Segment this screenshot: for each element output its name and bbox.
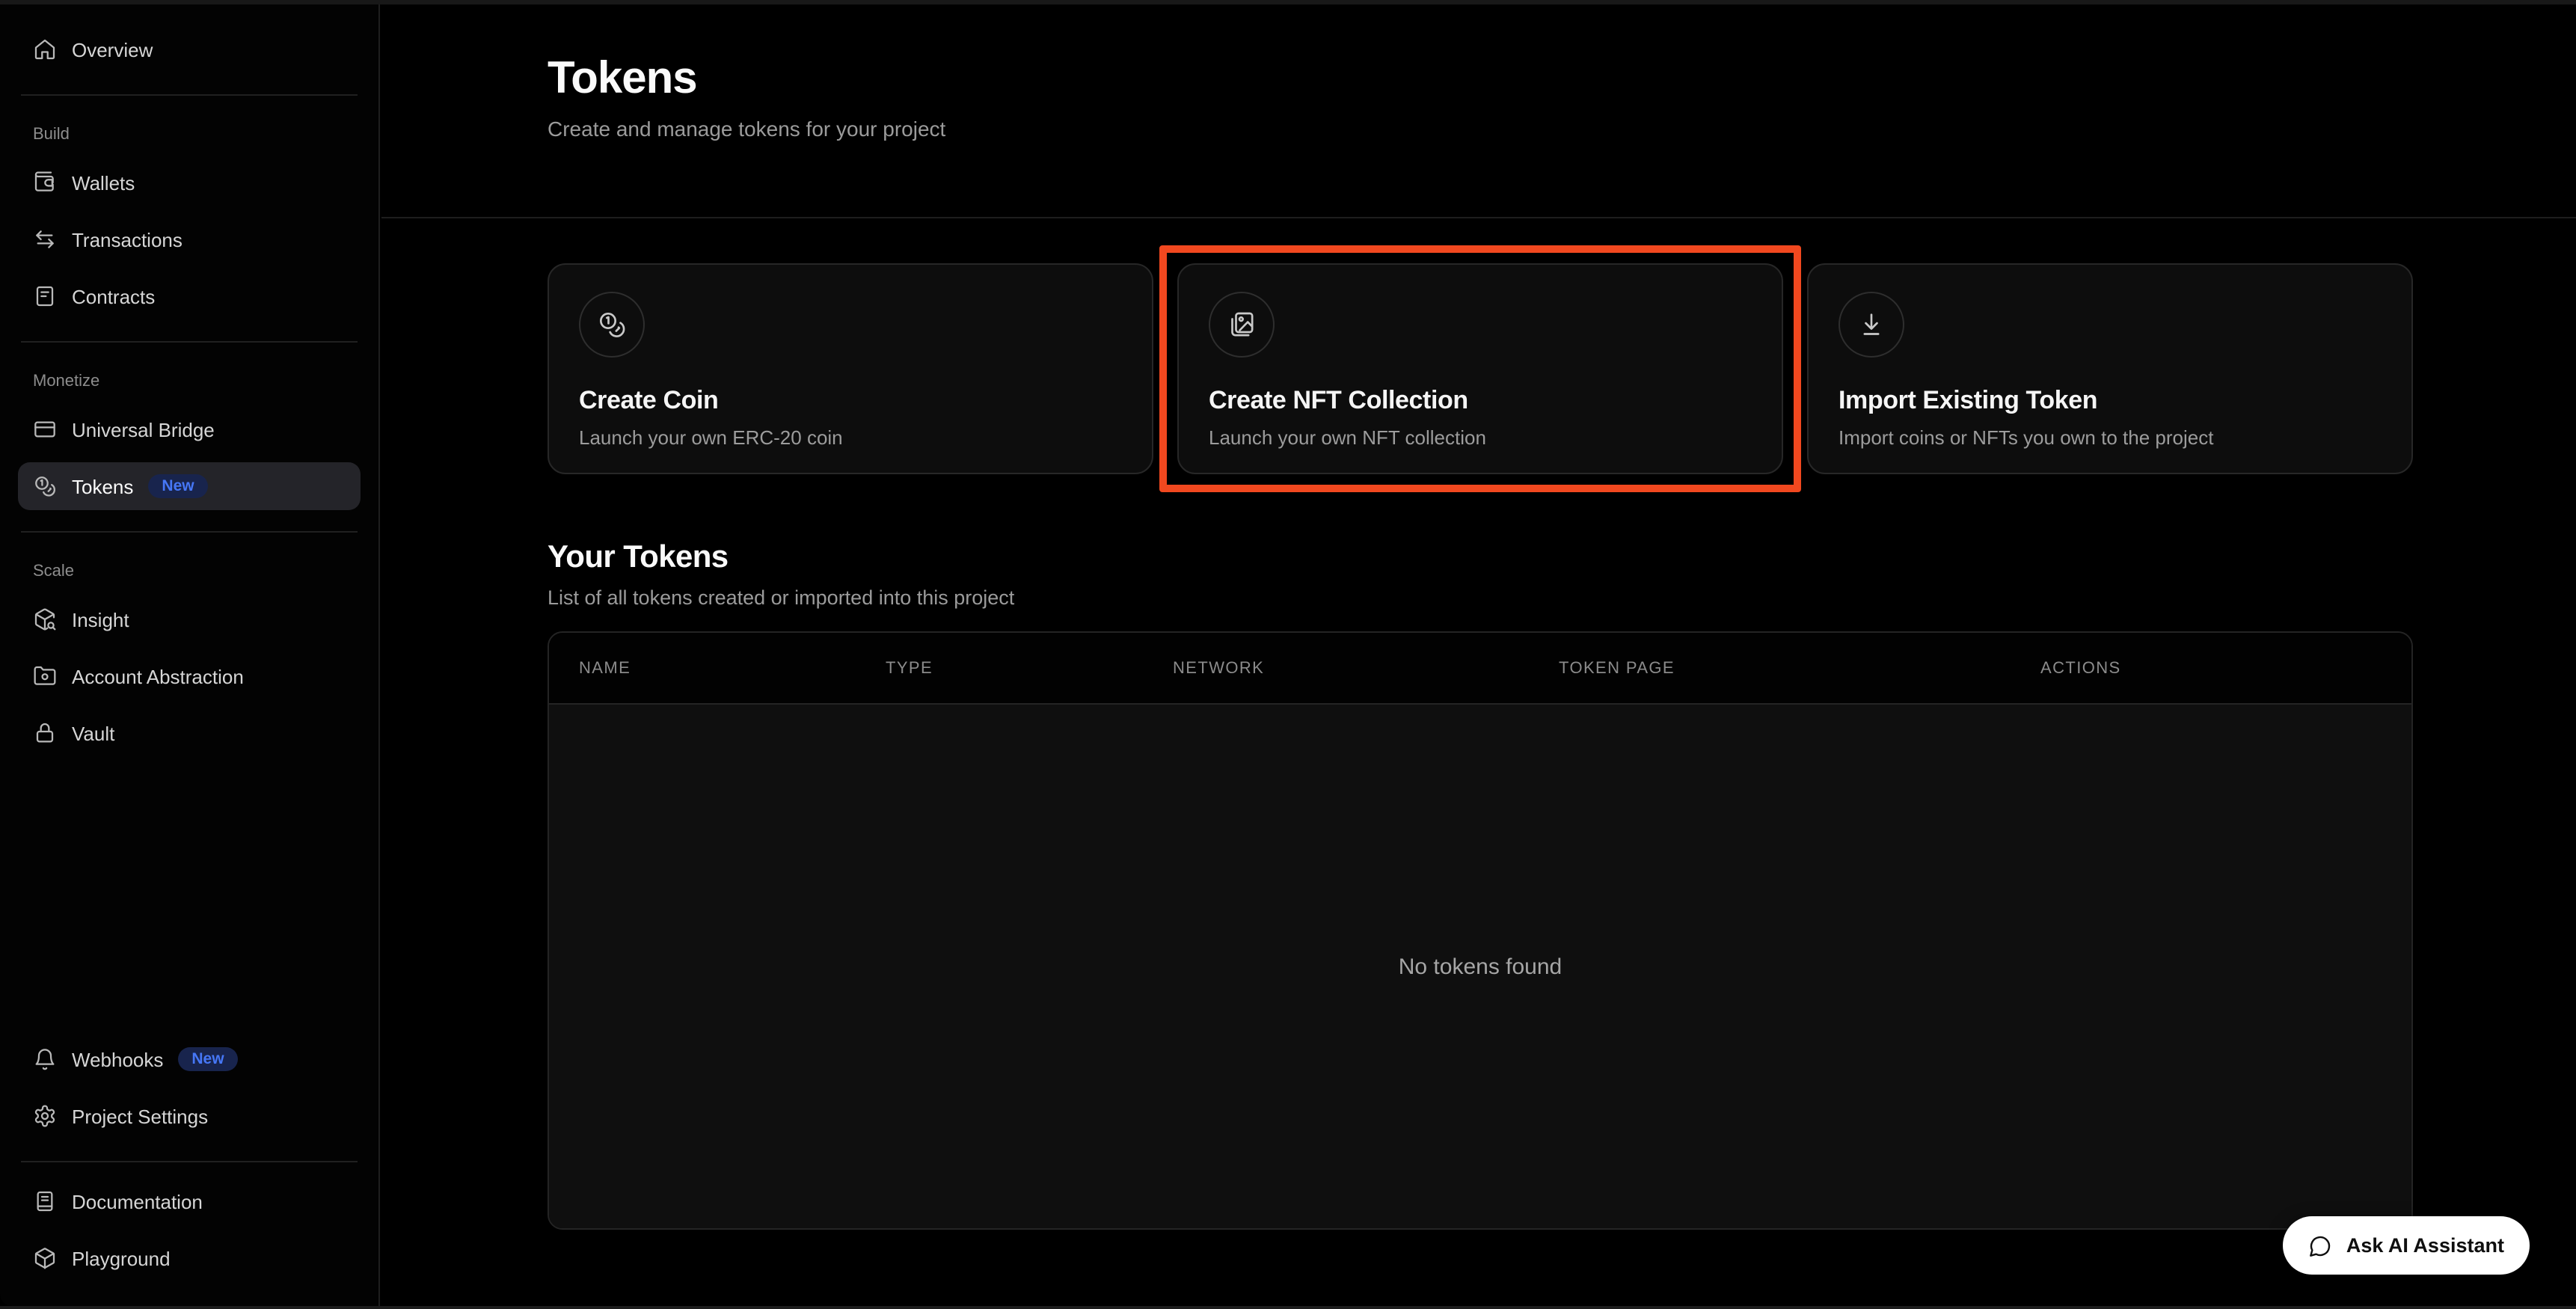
coins-icon [33, 474, 57, 498]
tokens-table-header: NAME TYPE NETWORK TOKEN PAGE ACTIONS [549, 633, 2411, 705]
create-nft-card-wrap: Create NFT Collection Launch your own NF… [1177, 263, 1783, 474]
folder-icon [33, 664, 57, 688]
ask-ai-assistant-label: Ask AI Assistant [2346, 1234, 2504, 1257]
page-subtitle: Create and manage tokens for your projec… [548, 116, 2413, 140]
sidebar-spacer [18, 766, 361, 1035]
sidebar-divider [21, 341, 358, 343]
page-header: Tokens Create and manage tokens for your… [381, 4, 2576, 218]
home-icon [33, 37, 57, 61]
sidebar-section-build: Build [33, 126, 346, 144]
column-header-network: NETWORK [1173, 659, 1559, 677]
sidebar-item-contracts[interactable]: Contracts [18, 272, 361, 320]
sidebar-divider [21, 531, 358, 533]
main-content: Tokens Create and manage tokens for your… [381, 4, 2576, 1306]
empty-state-message: No tokens found [1399, 954, 1563, 979]
sidebar-item-label: Universal Bridge [72, 418, 215, 441]
column-header-type: TYPE [886, 659, 1173, 677]
sidebar: Overview Build Wallets Transactions Cont… [0, 4, 380, 1306]
card-title: Import Existing Token [1839, 386, 2097, 416]
sidebar-section-monetize: Monetize [33, 373, 346, 390]
import-token-card-wrap: Import Existing Token Import coins or NF… [1807, 263, 2413, 474]
sidebar-item-label: Wallets [72, 171, 135, 194]
sidebar-item-label: Insight [72, 608, 129, 631]
page-content: Create Coin Launch your own ERC-20 coin … [381, 218, 2576, 1230]
arrows-left-right-icon [33, 227, 57, 251]
sidebar-item-label: Transactions [72, 228, 183, 251]
sidebar-item-label: Tokens [72, 475, 133, 497]
sidebar-item-universal-bridge[interactable]: Universal Bridge [18, 405, 361, 453]
sidebar-item-wallets[interactable]: Wallets [18, 159, 361, 206]
column-header-token-page: TOKEN PAGE [1559, 659, 2040, 677]
sidebar-item-label: Webhooks [72, 1048, 163, 1070]
coins-icon [579, 292, 645, 358]
sidebar-section-scale: Scale [33, 562, 346, 580]
create-coin-card[interactable]: Create Coin Launch your own ERC-20 coin [548, 263, 1153, 474]
sidebar-divider [21, 94, 358, 96]
sidebar-item-overview[interactable]: Overview [18, 25, 361, 73]
sidebar-item-tokens[interactable]: Tokens New [18, 462, 361, 510]
package-search-icon [33, 607, 57, 631]
create-coin-card-wrap: Create Coin Launch your own ERC-20 coin [548, 263, 1153, 474]
app-window: Overview Build Wallets Transactions Cont… [0, 0, 2576, 1309]
page-title: Tokens [548, 54, 2413, 105]
import-existing-token-card[interactable]: Import Existing Token Import coins or NF… [1807, 263, 2413, 474]
sidebar-item-transactions[interactable]: Transactions [18, 215, 361, 263]
sidebar-item-webhooks[interactable]: Webhooks New [18, 1035, 361, 1083]
new-badge: New [148, 474, 207, 499]
card-description: Launch your own NFT collection [1209, 426, 1486, 449]
nft-image-icon [1209, 292, 1275, 358]
sidebar-item-insight[interactable]: Insight [18, 595, 361, 643]
column-header-name: NAME [579, 659, 886, 677]
create-nft-collection-card[interactable]: Create NFT Collection Launch your own NF… [1177, 263, 1783, 474]
your-tokens-subtitle: List of all tokens created or imported i… [548, 586, 2413, 609]
sidebar-item-label: Project Settings [72, 1105, 208, 1127]
column-header-actions: ACTIONS [2040, 659, 2411, 677]
card-title: Create NFT Collection [1209, 386, 1468, 416]
tokens-table: NAME TYPE NETWORK TOKEN PAGE ACTIONS No … [548, 631, 2413, 1230]
token-action-cards: Create Coin Launch your own ERC-20 coin … [548, 263, 2413, 474]
bell-icon [33, 1047, 57, 1071]
sidebar-item-label: Overview [72, 38, 153, 61]
sidebar-item-label: Playground [72, 1247, 171, 1269]
sidebar-item-vault[interactable]: Vault [18, 709, 361, 757]
window-bottom-edge [0, 1306, 2576, 1309]
cube-icon [33, 1246, 57, 1270]
sidebar-item-playground[interactable]: Playground [18, 1234, 361, 1282]
sidebar-item-documentation[interactable]: Documentation [18, 1177, 361, 1225]
sidebar-item-label: Account Abstraction [72, 665, 244, 687]
download-icon [1839, 292, 1904, 358]
sidebar-item-account-abstraction[interactable]: Account Abstraction [18, 652, 361, 700]
ask-ai-assistant-button[interactable]: Ask AI Assistant [2284, 1216, 2530, 1275]
document-icon [33, 284, 57, 308]
sidebar-item-label: Contracts [72, 285, 155, 307]
book-icon [33, 1189, 57, 1213]
sidebar-item-label: Documentation [72, 1190, 203, 1213]
chat-bubble-icon [2309, 1233, 2333, 1257]
card-description: Launch your own ERC-20 coin [579, 426, 843, 449]
card-title: Create Coin [579, 386, 718, 416]
tokens-table-body: No tokens found [549, 705, 2411, 1228]
sidebar-divider [21, 1161, 358, 1162]
lock-icon [33, 721, 57, 745]
new-badge: New [178, 1047, 237, 1072]
wallet-icon [33, 171, 57, 194]
card-description: Import coins or NFTs you own to the proj… [1839, 426, 2213, 449]
gear-icon [33, 1104, 57, 1128]
credit-card-icon [33, 417, 57, 441]
sidebar-item-label: Vault [72, 722, 114, 744]
your-tokens-title: Your Tokens [548, 540, 2413, 576]
sidebar-item-project-settings[interactable]: Project Settings [18, 1092, 361, 1140]
